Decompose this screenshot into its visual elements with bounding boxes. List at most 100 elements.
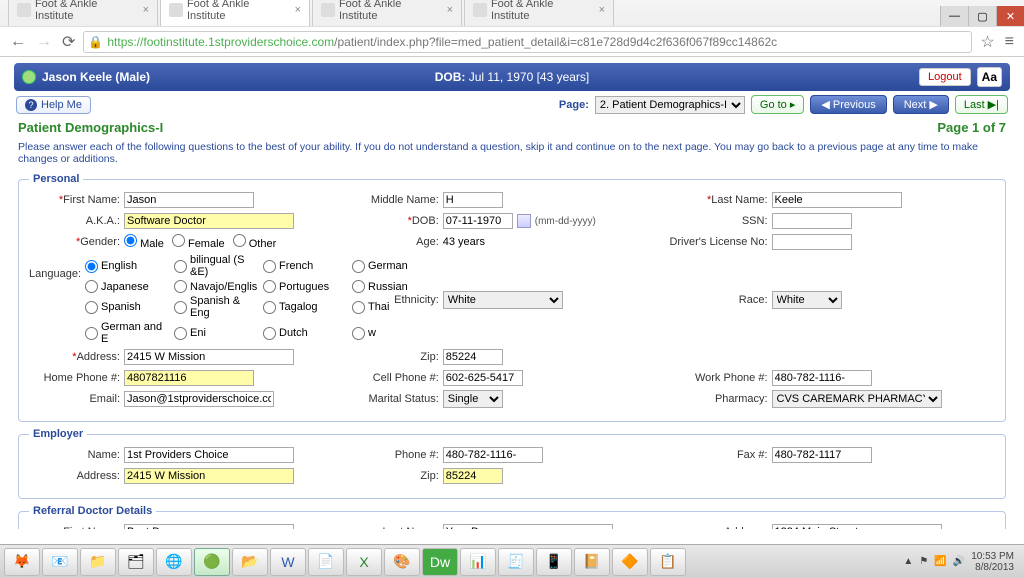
zip-input[interactable]	[443, 349, 503, 365]
language-option[interactable]: German	[352, 254, 437, 278]
emp-zip-input[interactable]	[443, 468, 503, 484]
forward-button[interactable]: →	[34, 33, 54, 51]
language-option[interactable]: Spanish	[85, 295, 170, 319]
star-icon[interactable]: ☆	[978, 32, 996, 52]
gender-male[interactable]: Male	[124, 234, 164, 250]
language-radio[interactable]	[263, 260, 276, 273]
previous-button[interactable]: ◀ Previous	[810, 95, 886, 114]
cell-phone-input[interactable]	[443, 370, 523, 386]
gender-female[interactable]: Female	[172, 234, 225, 250]
browser-tab-0[interactable]: Foot & Ankle Institute×	[8, 0, 158, 26]
task-chrome-icon[interactable]: 🟢	[194, 548, 230, 576]
language-radio[interactable]	[352, 327, 365, 340]
language-option[interactable]: Dutch	[263, 321, 348, 345]
language-radio[interactable]	[85, 280, 98, 293]
language-option[interactable]: French	[263, 254, 348, 278]
language-radio[interactable]	[263, 280, 276, 293]
email-input[interactable]	[124, 391, 274, 407]
ref-addr-input[interactable]	[772, 524, 942, 529]
language-option[interactable]: bilingual (S &E)	[174, 254, 259, 278]
browser-tab-2[interactable]: Foot & Ankle Institute×	[312, 0, 462, 26]
reload-button[interactable]: ⟳	[60, 32, 77, 52]
url-bar[interactable]: 🔒 https://footinstitute.1stproviderschoi…	[83, 31, 972, 53]
task-app7-icon[interactable]: 📋	[650, 548, 686, 576]
close-icon[interactable]: ×	[447, 4, 453, 16]
minimize-button[interactable]: —	[940, 6, 968, 26]
language-option[interactable]: Japanese	[85, 280, 170, 293]
aka-input[interactable]	[124, 213, 294, 229]
home-phone-input[interactable]	[124, 370, 254, 386]
language-radio[interactable]	[263, 301, 276, 314]
task-pdf-icon[interactable]: 📄	[308, 548, 344, 576]
tray-up-icon[interactable]: ▲	[903, 556, 913, 567]
clock[interactable]: 10:53 PM 8/8/2013	[971, 551, 1014, 573]
ssn-input[interactable]	[772, 213, 852, 229]
task-explorer-icon[interactable]: 📂	[232, 548, 268, 576]
task-word-icon[interactable]: W	[270, 548, 306, 576]
tray-volume-icon[interactable]: 🔊	[953, 556, 965, 567]
emp-addr-input[interactable]	[124, 468, 294, 484]
middle-name-input[interactable]	[443, 192, 503, 208]
address-input[interactable]	[124, 349, 294, 365]
next-button[interactable]: Next ▶	[893, 95, 949, 114]
font-size-button[interactable]: Aa	[977, 67, 1002, 87]
close-icon[interactable]: ×	[143, 4, 149, 16]
language-radio[interactable]	[85, 301, 98, 314]
language-radio[interactable]	[85, 260, 98, 273]
close-icon[interactable]: ×	[295, 4, 301, 16]
last-button[interactable]: Last ▶|	[955, 95, 1008, 114]
language-option[interactable]: Tagalog	[263, 295, 348, 319]
pharmacy-select[interactable]: CVS CAREMARK PHARMACY	[772, 390, 942, 408]
emp-phone-input[interactable]	[443, 447, 543, 463]
language-option[interactable]: w	[352, 321, 437, 345]
dln-input[interactable]	[772, 234, 852, 250]
ethnicity-select[interactable]: White	[443, 291, 563, 309]
task-firefox-icon[interactable]: 🦊	[4, 548, 40, 576]
menu-icon[interactable]: ≡	[1003, 33, 1016, 51]
task-dreamweaver-icon[interactable]: Dw	[422, 548, 458, 576]
browser-tab-1[interactable]: Foot & Ankle Institute×	[160, 0, 310, 26]
language-option[interactable]: English	[85, 254, 170, 278]
language-radio[interactable]	[352, 260, 365, 273]
task-outlook-icon[interactable]: 📧	[42, 548, 78, 576]
task-app5-icon[interactable]: 📔	[574, 548, 610, 576]
task-app3-icon[interactable]: 🧾	[498, 548, 534, 576]
task-app2-icon[interactable]: 📊	[460, 548, 496, 576]
work-phone-input[interactable]	[772, 370, 872, 386]
language-radio[interactable]	[85, 327, 98, 340]
task-ie-icon[interactable]: 🌐	[156, 548, 192, 576]
task-excel-icon[interactable]: X	[346, 548, 382, 576]
calendar-icon[interactable]	[517, 214, 531, 228]
language-radio[interactable]	[174, 301, 187, 314]
language-option[interactable]: Navajo/Englis	[174, 280, 259, 293]
language-radio[interactable]	[174, 280, 187, 293]
race-select[interactable]: White	[772, 291, 842, 309]
close-window-button[interactable]: ✕	[996, 6, 1024, 26]
ref-first-input[interactable]	[124, 524, 294, 529]
task-app6-icon[interactable]: 🔶	[612, 548, 648, 576]
language-option[interactable]: German and E	[85, 321, 170, 345]
language-option[interactable]: Eni	[174, 321, 259, 345]
dob-input[interactable]	[443, 213, 513, 229]
goto-button[interactable]: Go to ▸	[751, 95, 804, 114]
maximize-button[interactable]: ▢	[968, 6, 996, 26]
task-app4-icon[interactable]: 📱	[536, 548, 572, 576]
logout-button[interactable]: Logout	[919, 68, 971, 86]
language-radio[interactable]	[174, 327, 187, 340]
emp-fax-input[interactable]	[772, 447, 872, 463]
emp-name-input[interactable]	[124, 447, 294, 463]
help-button[interactable]: ?Help Me	[16, 96, 91, 114]
tray-network-icon[interactable]: 📶	[934, 556, 946, 567]
back-button[interactable]: ←	[8, 33, 28, 51]
ref-last-input[interactable]	[443, 524, 613, 529]
gender-male-radio[interactable]	[124, 234, 137, 247]
gender-other-radio[interactable]	[233, 234, 246, 247]
language-option[interactable]: Portugues	[263, 280, 348, 293]
task-paint-icon[interactable]: 🎨	[384, 548, 420, 576]
last-name-input[interactable]	[772, 192, 902, 208]
gender-other[interactable]: Other	[233, 234, 277, 250]
task-folder-icon[interactable]: 📁	[80, 548, 116, 576]
browser-tab-3[interactable]: Foot & Ankle Institute×	[464, 0, 614, 26]
marital-select[interactable]: Single	[443, 390, 503, 408]
page-select[interactable]: 2. Patient Demographics-I	[595, 96, 745, 114]
